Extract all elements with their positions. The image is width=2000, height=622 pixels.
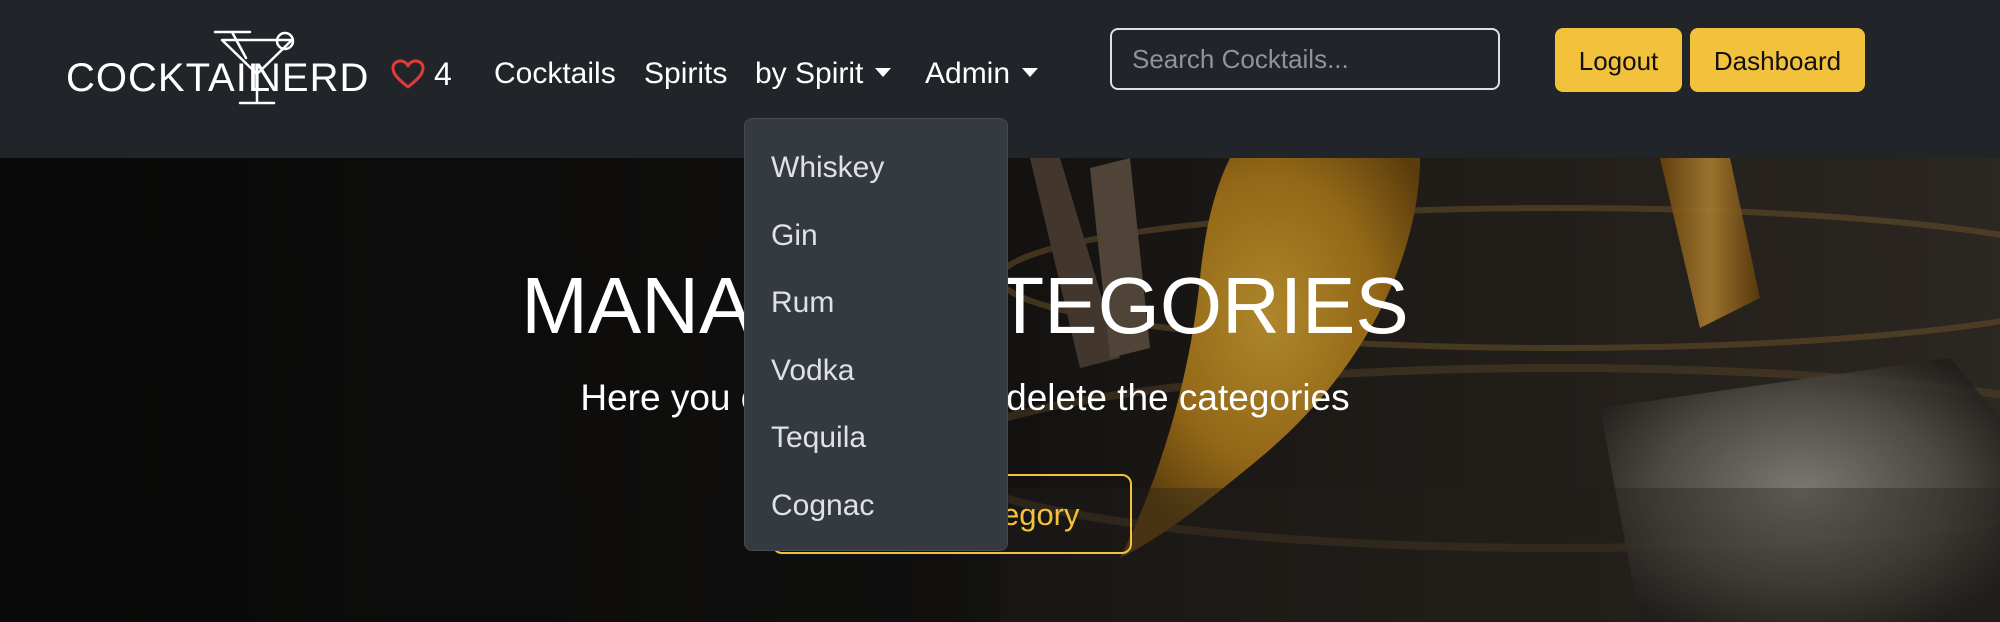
nav-by-spirit-label: by Spirit xyxy=(755,57,864,90)
caret-down-icon xyxy=(875,67,892,77)
dropdown-item-cognac[interactable]: Cognac xyxy=(745,472,1007,540)
nav-spirits[interactable]: Spirits xyxy=(644,54,727,94)
favorites-link[interactable]: 4 xyxy=(390,54,452,94)
dropdown-item-tequila[interactable]: Tequila xyxy=(745,404,1007,472)
logout-button[interactable]: Logout xyxy=(1555,28,1682,92)
dashboard-button[interactable]: Dashboard xyxy=(1690,28,1865,92)
nav-cocktails[interactable]: Cocktails xyxy=(494,54,616,94)
by-spirit-dropdown-menu: Whiskey Gin Rum Vodka Tequila Cognac xyxy=(744,118,1008,551)
caret-down-icon xyxy=(1022,67,1039,77)
dropdown-item-rum[interactable]: Rum xyxy=(745,269,1007,337)
dropdown-item-vodka[interactable]: Vodka xyxy=(745,337,1007,405)
dropdown-item-whiskey[interactable]: Whiskey xyxy=(745,134,1007,202)
brand-logo[interactable]: COCKTAIL NERD xyxy=(66,26,370,106)
brand-name-right: NERD xyxy=(252,56,370,100)
dropdown-item-gin[interactable]: Gin xyxy=(745,202,1007,270)
heart-outline-icon xyxy=(391,59,425,89)
nav-admin-label: Admin xyxy=(925,57,1011,90)
favorites-count: 4 xyxy=(434,56,452,92)
nav-by-spirit-dropdown[interactable]: by Spirit xyxy=(755,54,892,94)
nav-admin-dropdown[interactable]: Admin xyxy=(925,54,1039,94)
search-input[interactable] xyxy=(1110,28,1500,90)
